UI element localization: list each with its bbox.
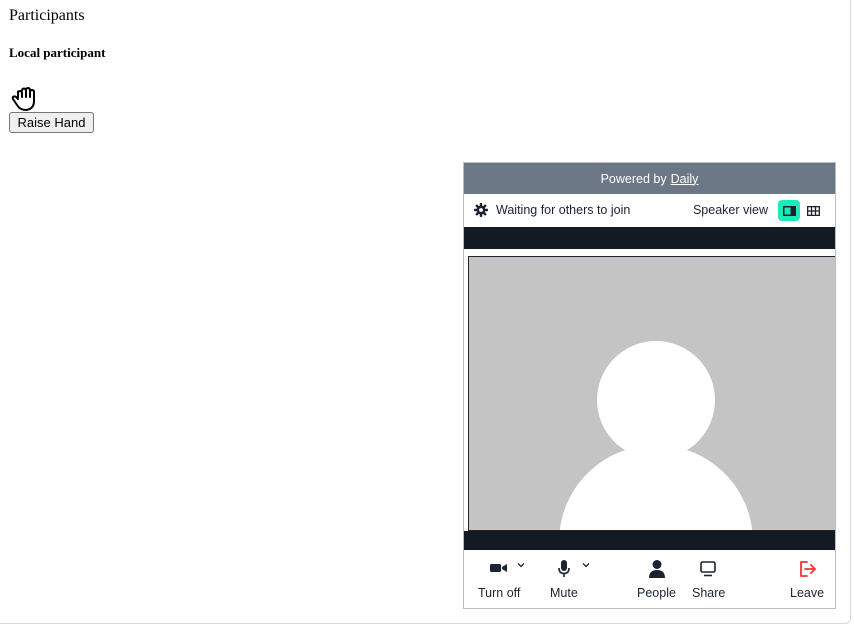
speaker-view-icon — [782, 205, 796, 216]
avatar-head — [597, 341, 715, 459]
chevron-down-icon[interactable] — [582, 562, 590, 568]
camera-icon — [490, 564, 507, 572]
page-title: Participants — [9, 7, 85, 24]
screen-share-icon — [700, 561, 716, 577]
leave-button[interactable]: Leave — [790, 550, 830, 608]
gear-icon[interactable] — [474, 203, 488, 217]
people-button[interactable]: People — [636, 550, 681, 608]
mic-label: Mute — [550, 586, 578, 600]
top-dark-strip — [464, 227, 835, 249]
raised-hand-icon — [11, 87, 35, 111]
camera-button[interactable]: Turn off — [477, 550, 537, 608]
speaker-view-button[interactable] — [778, 200, 800, 221]
share-button[interactable]: Share — [691, 550, 731, 608]
call-tray: Turn off Mute People Share Leave — [464, 550, 835, 608]
grid-view-button[interactable] — [802, 200, 824, 221]
powered-by-bar: Powered by Daily — [464, 163, 835, 194]
microphone-icon — [558, 560, 570, 577]
local-participant-heading: Local participant — [9, 45, 106, 60]
grid-view-icon — [806, 205, 820, 216]
daily-call-frame: Powered by Daily Waiting for others to j… — [463, 162, 836, 609]
camera-label: Turn off — [478, 586, 521, 600]
leave-label: Leave — [790, 586, 825, 600]
call-status-bar: Waiting for others to join Speaker view — [464, 194, 835, 227]
people-label: People — [637, 586, 676, 600]
daily-link[interactable]: Daily — [671, 172, 699, 186]
chevron-down-icon[interactable] — [517, 562, 525, 568]
mic-button[interactable]: Mute — [549, 550, 599, 608]
raise-hand-button[interactable]: Raise Hand — [9, 112, 94, 133]
view-mode-label: Speaker view — [692, 203, 768, 217]
avatar-body — [559, 445, 753, 530]
participant-video-tile[interactable] — [468, 256, 835, 531]
powered-by-text: Powered by — [600, 171, 667, 186]
waiting-status-text: Waiting for others to join — [496, 203, 631, 217]
leave-icon — [800, 561, 816, 577]
share-label: Share — [692, 586, 726, 600]
bottom-dark-strip — [464, 531, 835, 550]
person-icon — [649, 560, 665, 578]
